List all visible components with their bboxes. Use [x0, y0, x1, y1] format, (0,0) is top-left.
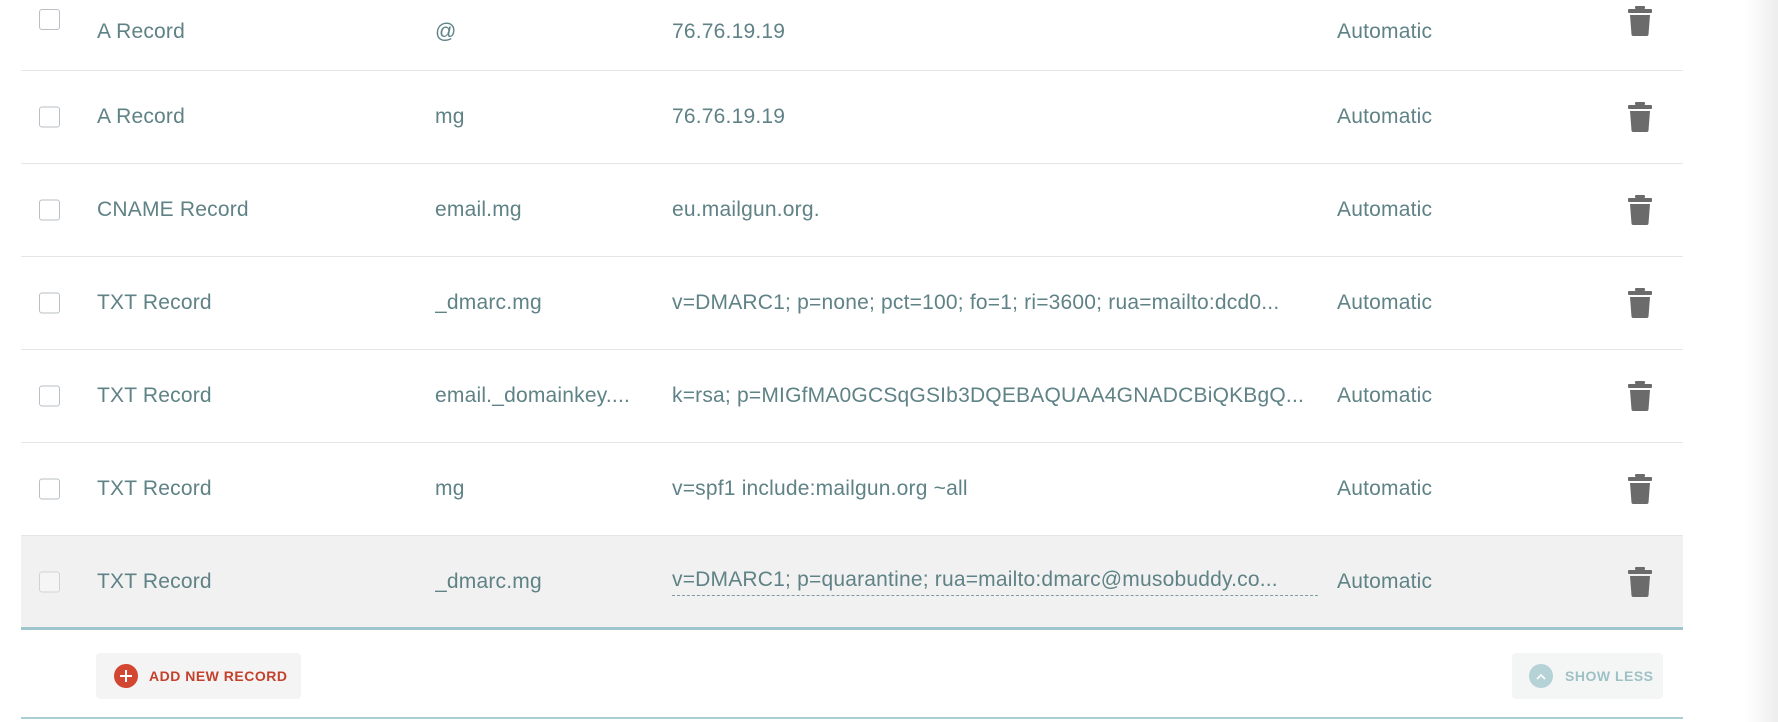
record-type: A Record — [97, 21, 185, 42]
table-row: TXT Record _dmarc.mg v=DMARC1; p=none; p… — [21, 257, 1683, 350]
add-new-record-button[interactable]: ADD NEW RECORD — [96, 653, 301, 699]
record-type: TXT Record — [97, 291, 212, 314]
trash-icon[interactable] — [1627, 102, 1653, 132]
dns-records-page: A Record @ 76.76.19.19 Automatic A Recor… — [0, 0, 1778, 722]
trash-icon[interactable] — [1627, 474, 1653, 504]
show-less-button[interactable]: SHOW LESS — [1512, 653, 1663, 699]
record-host[interactable]: _dmarc.mg — [435, 570, 645, 594]
record-host[interactable]: mg — [435, 105, 645, 129]
table-row: TXT Record mg v=spf1 include:mailgun.org… — [21, 443, 1683, 536]
record-type: TXT Record — [97, 384, 212, 407]
record-ttl[interactable]: Automatic — [1337, 291, 1487, 315]
row-checkbox[interactable] — [39, 9, 60, 30]
page-edge-shadow — [1744, 0, 1778, 722]
record-ttl[interactable]: Automatic — [1337, 477, 1487, 501]
record-value[interactable]: v=DMARC1; p=none; pct=100; fo=1; ri=3600… — [672, 291, 1318, 315]
table-row-hovered: TXT Record _dmarc.mg v=DMARC1; p=quarant… — [21, 536, 1683, 630]
record-host[interactable]: email.mg — [435, 198, 645, 222]
table-footer: ADD NEW RECORD SHOW LESS — [21, 634, 1683, 719]
row-checkbox[interactable] — [39, 106, 60, 128]
table-row: A Record @ 76.76.19.19 Automatic — [21, 0, 1683, 71]
record-ttl[interactable]: Automatic — [1337, 570, 1487, 594]
table-row: TXT Record email._domainkey.... k=rsa; p… — [21, 350, 1683, 443]
record-value[interactable]: eu.mailgun.org. — [672, 198, 1318, 222]
record-host[interactable]: _dmarc.mg — [435, 291, 645, 315]
record-type: TXT Record — [97, 477, 212, 500]
plus-circle-icon — [114, 664, 138, 688]
record-type: CNAME Record — [97, 198, 249, 221]
show-less-label: SHOW LESS — [1565, 668, 1654, 684]
record-host[interactable]: mg — [435, 477, 645, 501]
dns-records-table: A Record @ 76.76.19.19 Automatic A Recor… — [21, 0, 1683, 630]
chevron-up-icon — [1529, 664, 1553, 688]
table-row: A Record mg 76.76.19.19 Automatic — [21, 71, 1683, 164]
record-ttl[interactable]: Automatic — [1337, 105, 1487, 129]
record-value[interactable]: 76.76.19.19 — [672, 21, 1318, 42]
row-checkbox[interactable] — [39, 571, 60, 592]
table-row: CNAME Record email.mg eu.mailgun.org. Au… — [21, 164, 1683, 257]
trash-icon[interactable] — [1627, 195, 1653, 225]
trash-icon[interactable] — [1627, 288, 1653, 318]
row-checkbox[interactable] — [39, 385, 60, 407]
trash-icon[interactable] — [1627, 381, 1653, 411]
record-host[interactable]: @ — [435, 21, 645, 42]
record-ttl[interactable]: Automatic — [1337, 21, 1487, 42]
record-type: TXT Record — [97, 569, 212, 593]
record-value[interactable]: v=DMARC1; p=quarantine; rua=mailto:dmarc… — [672, 568, 1318, 596]
row-checkbox[interactable] — [39, 478, 60, 500]
trash-icon[interactable] — [1627, 566, 1653, 597]
record-host[interactable]: email._domainkey.... — [435, 384, 645, 408]
record-value[interactable]: v=spf1 include:mailgun.org ~all — [672, 477, 1318, 501]
row-checkbox[interactable] — [39, 199, 60, 221]
record-ttl[interactable]: Automatic — [1337, 198, 1487, 222]
record-value[interactable]: k=rsa; p=MIGfMA0GCSqGSIb3DQEBAQUAA4GNADC… — [672, 384, 1318, 408]
row-checkbox[interactable] — [39, 292, 60, 314]
record-ttl[interactable]: Automatic — [1337, 384, 1487, 408]
trash-icon[interactable] — [1627, 6, 1653, 36]
record-value[interactable]: 76.76.19.19 — [672, 105, 1318, 129]
add-new-record-label: ADD NEW RECORD — [149, 668, 288, 684]
record-type: A Record — [97, 105, 185, 128]
